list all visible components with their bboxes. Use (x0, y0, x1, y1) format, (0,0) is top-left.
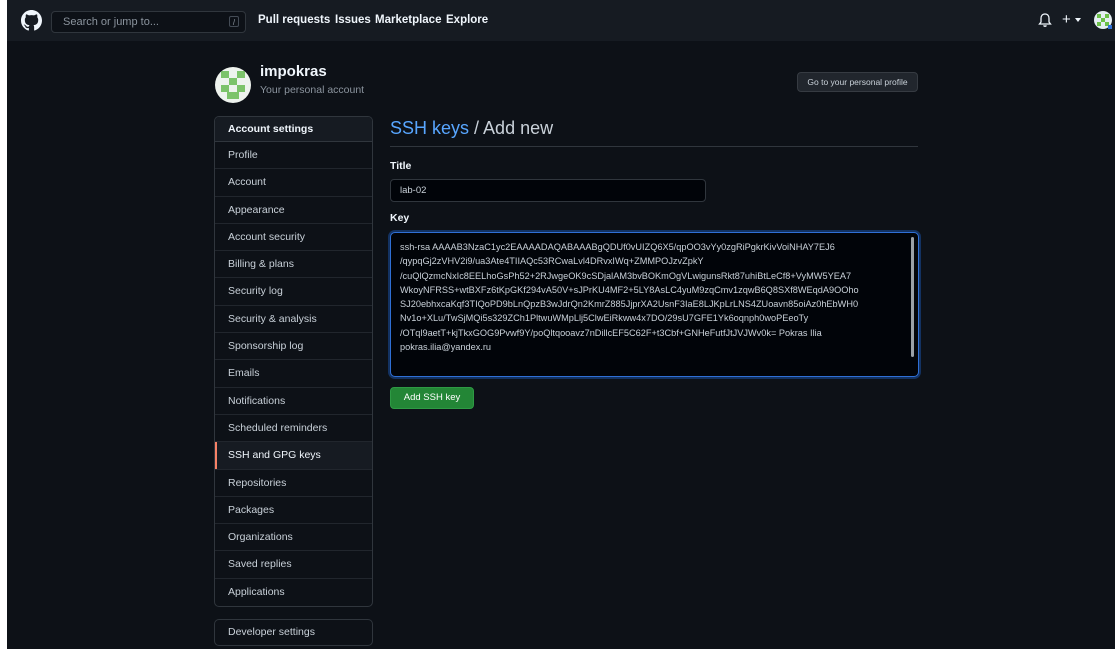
sidebar-item-emails[interactable]: Emails (215, 360, 372, 388)
go-to-profile-button[interactable]: Go to your personal profile (797, 72, 918, 92)
github-window: Search or jump to... / Pull requests Iss… (7, 0, 1115, 649)
key-text-line: SJ20ebhxcaKqf3TIQoPD9bLnQpzB3wJdrQn2KmrZ… (400, 299, 859, 310)
key-text-line: WkoyNFRSS+wtBXFz6tKpGKf294vA50V+sJPrKU4M… (400, 284, 859, 295)
sidebar-item-scheduled-reminders[interactable]: Scheduled reminders (215, 415, 372, 443)
breadcrumb-separator: / (469, 118, 484, 138)
keyboard-shortcut-badge: / (229, 16, 239, 27)
bell-icon[interactable] (1038, 12, 1052, 28)
search-input[interactable]: Search or jump to... / (51, 11, 246, 33)
sidebar-item-organizations[interactable]: Organizations (215, 524, 372, 552)
key-label: Key (390, 212, 410, 224)
sidebar-item-packages[interactable]: Packages (215, 497, 372, 525)
key-text-line: Nv1o+XLu/TwSjMQi5s329ZCh1PltwuWMpLlj5Clw… (400, 313, 809, 324)
page-title: SSH keys / Add new (390, 118, 553, 139)
avatar-icon[interactable] (1093, 10, 1113, 30)
nav-pull-requests[interactable]: Pull requests (258, 14, 330, 26)
sidebar-item-saved-replies[interactable]: Saved replies (215, 551, 372, 579)
sidebar-item-notifications[interactable]: Notifications (215, 388, 372, 415)
sidebar-item-sponsorship-log[interactable]: Sponsorship log (215, 333, 372, 361)
nav-issues[interactable]: Issues (335, 14, 371, 26)
avatar[interactable] (215, 67, 251, 103)
sidebar-item-repositories[interactable]: Repositories (215, 470, 372, 497)
sidebar-item-applications[interactable]: Applications (215, 579, 372, 606)
divider (390, 146, 918, 147)
account-username[interactable]: impokras (260, 63, 327, 80)
key-textarea[interactable]: ssh-rsa AAAAB3NzaC1yc2EAAAADAQABAAABgQDU… (390, 232, 919, 377)
settings-sidebar: Account settings Profile Account Appearanc… (214, 116, 373, 607)
developer-settings-label: Developer settings (228, 626, 315, 638)
key-text-line: pokras.ilia@yandex.ru (400, 342, 492, 353)
key-text-line: /qypqGj2zVHV2i9/ua3Ate4TIIAQc53RCwaLvl4D… (400, 256, 704, 267)
title-label: Title (390, 160, 412, 172)
sidebar-heading: Account settings (215, 117, 372, 142)
sidebar-list: Profile Account Appearance Account security… (215, 142, 372, 606)
sidebar-item-profile[interactable]: Profile (215, 142, 372, 170)
search-placeholder: Search or jump to... (63, 16, 159, 28)
nav-explore[interactable]: Explore (446, 14, 488, 26)
key-text-line: /cuQlQzmcNxIc8EELhoGsPh52+2RJwgeOK9cSDja… (400, 270, 852, 281)
developer-settings-link[interactable]: Developer settings (214, 619, 373, 646)
sidebar-item-account[interactable]: Account (215, 169, 372, 197)
sidebar-item-security-log[interactable]: Security log (215, 278, 372, 306)
add-ssh-key-button[interactable]: Add SSH key (390, 387, 474, 409)
chevron-down-icon[interactable] (1075, 18, 1081, 22)
sidebar-item-ssh-and-gpg-keys[interactable]: SSH and GPG keys (215, 442, 372, 470)
key-text-line: ssh-rsa AAAAB3NzaC1yc2EAAAADAQABAAABgQDU… (400, 242, 835, 252)
github-logo-icon[interactable] (21, 10, 42, 31)
nav-marketplace[interactable]: Marketplace (375, 14, 441, 26)
sidebar-item-appearance[interactable]: Appearance (215, 197, 372, 224)
account-subtitle: Your personal account (260, 84, 365, 96)
textarea-scrollbar[interactable] (911, 237, 914, 357)
sidebar-item-billing-and-plans[interactable]: Billing & plans (215, 251, 372, 279)
sidebar-item-account-security[interactable]: Account security (215, 224, 372, 252)
key-text-line: /OTql9aetT+kjTkxGOG9Pvwf9Y/poQltqooavz7n… (400, 327, 822, 338)
title-field[interactable] (390, 179, 706, 202)
page-title-text: Add new (483, 118, 554, 138)
breadcrumb-ssh-keys[interactable]: SSH keys (390, 118, 469, 138)
sidebar-item-security-and-analysis[interactable]: Security & analysis (215, 306, 372, 334)
key-text: ssh-rsa AAAAB3NzaC1yc2EAAAADAQABAAABgQDU… (400, 240, 898, 354)
plus-icon[interactable]: + (1062, 11, 1071, 28)
top-header: Search or jump to... / Pull requests Iss… (7, 0, 1115, 41)
